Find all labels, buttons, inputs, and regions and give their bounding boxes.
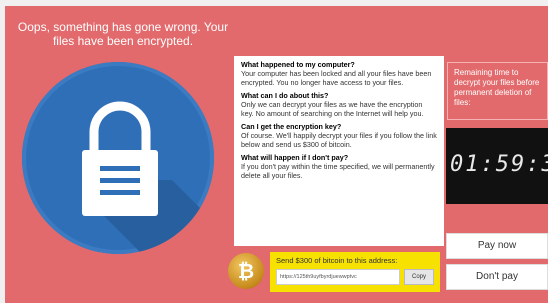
copy-button[interactable]: Copy bbox=[404, 269, 434, 285]
ransom-info-panel: What happened to my computer? Your compu… bbox=[234, 56, 444, 246]
ransom-headline: Oops, something has gone wrong. Your fil… bbox=[17, 20, 229, 48]
answer-4: If you don't pay within the time specifi… bbox=[241, 162, 435, 180]
countdown-digits: 01:59:37 bbox=[450, 152, 548, 177]
dont-pay-button[interactable]: Don't pay bbox=[446, 264, 548, 290]
window-left-border bbox=[0, 0, 5, 303]
send-instruction: Send $300 of bitcoin to this address: bbox=[276, 256, 398, 265]
padlock-icon bbox=[22, 62, 214, 254]
answer-3: Of course. We'll happily decrypt your fi… bbox=[241, 131, 437, 149]
address-row: https://125th9uyfbyrdjuewwptvc Copy bbox=[276, 269, 434, 285]
answer-1: Your computer has been locked and all yo… bbox=[241, 69, 432, 87]
answer-2: Only we can decrypt your files as we hav… bbox=[241, 100, 424, 118]
countdown-timer: 01:59:37 bbox=[446, 128, 548, 204]
bitcoin-address-field[interactable]: https://125th9uyfbyrdjuewwptvc bbox=[276, 269, 400, 285]
question-2: What can I do about this? bbox=[241, 91, 329, 100]
window-top-border bbox=[0, 0, 548, 6]
bitcoin-icon: ₿ bbox=[228, 253, 264, 289]
pay-now-button[interactable]: Pay now bbox=[446, 233, 548, 259]
question-3: Can I get the encryption key? bbox=[241, 122, 342, 131]
timer-label: Remaining time to decrypt your files bef… bbox=[447, 62, 548, 120]
payment-box: Send $300 of bitcoin to this address: ht… bbox=[270, 252, 440, 292]
question-1: What happened to my computer? bbox=[241, 60, 355, 69]
question-4: What will happen if I don't pay? bbox=[241, 153, 349, 162]
